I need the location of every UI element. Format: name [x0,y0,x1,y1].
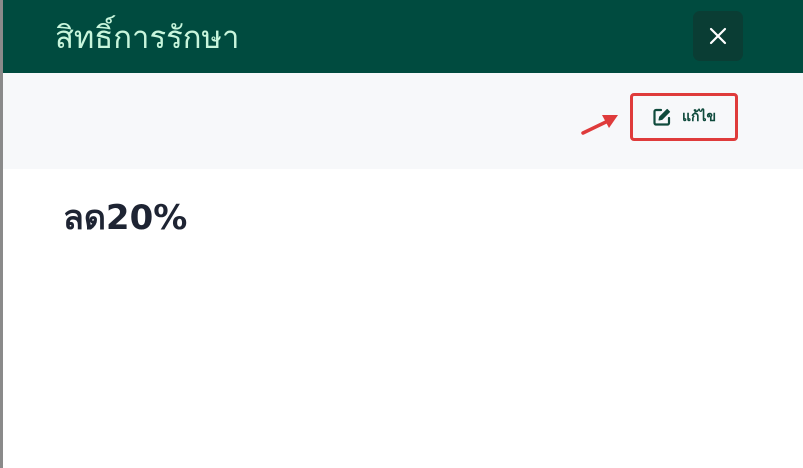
edit-highlight-box: แก้ไข [630,93,738,141]
dialog-window: สิทธิ์การรักษา แก้ไข ลด20% [0,0,803,468]
pencil-square-icon [653,108,671,126]
action-toolbar: แก้ไข [3,73,803,169]
dialog-title: สิทธิ์การรักษา [55,20,240,56]
close-button[interactable] [693,11,743,61]
arrow-icon [581,115,618,135]
close-icon [709,27,727,45]
dialog-header: สิทธิ์การรักษา [3,0,803,73]
benefit-value: ลด20% [63,198,188,238]
edit-button[interactable]: แก้ไข [636,99,732,135]
edit-button-label: แก้ไข [682,109,717,125]
